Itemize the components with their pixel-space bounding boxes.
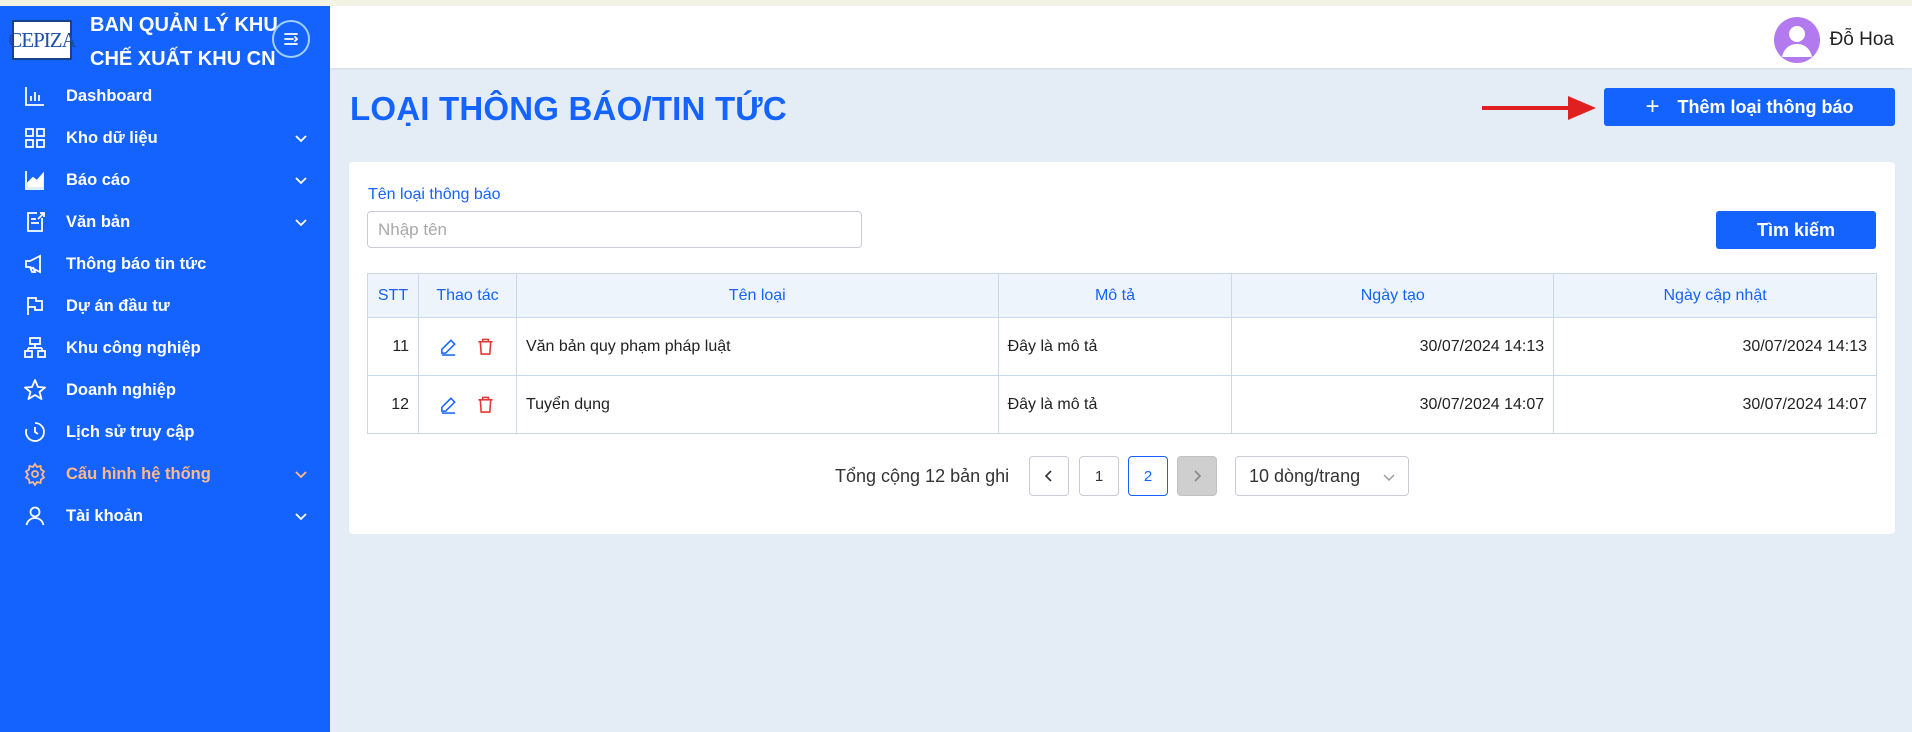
sidebar-item-label: Dự án đầu tư bbox=[66, 296, 170, 315]
sidebar-item-label: Khu công nghiệp bbox=[66, 338, 201, 357]
sidebar-item-dashboard[interactable]: Dashboard bbox=[0, 75, 330, 117]
history-icon bbox=[25, 422, 45, 442]
megaphone-icon bbox=[25, 254, 41, 274]
username[interactable]: Đỗ Hoa bbox=[1830, 29, 1894, 51]
name-search-input[interactable] bbox=[367, 211, 862, 248]
sidebar-item-data-warehouse[interactable]: Kho dữ liệu bbox=[0, 117, 330, 159]
brand-title-line2: CHẾ XUẤT KHU CN bbox=[90, 48, 276, 70]
cell-description: Đây là mô tả bbox=[997, 375, 1233, 434]
sidebar-item-industrial-zones[interactable]: Khu công nghiệp bbox=[0, 327, 330, 369]
add-button-label: Thêm loại thông báo bbox=[1677, 96, 1854, 117]
chevron-down-icon bbox=[295, 471, 307, 479]
brand-title: BAN QUẢN LÝ KHU CHẾ XUẤT KHU CN bbox=[90, 8, 280, 76]
column-header-updated: Ngày cập nhật bbox=[1553, 273, 1877, 318]
table-row: 12 Tuyển dụng Đây là mô tả 30/07/2024 14… bbox=[367, 375, 1877, 434]
column-header-stt: STT bbox=[367, 273, 419, 318]
sidebar-item-label: Tài khoản bbox=[66, 506, 144, 525]
sidebar-item-investment-projects[interactable]: Dự án đầu tư bbox=[0, 285, 330, 327]
notification-type-table: STT Thao tác Tên loại Mô tả Ngày tạo Ngà… bbox=[367, 273, 1877, 434]
cell-stt: 11 bbox=[367, 317, 419, 376]
sidebar-item-label: Văn bản bbox=[66, 212, 131, 231]
cell-actions bbox=[417, 317, 517, 376]
cell-created: 30/07/2024 14:13 bbox=[1231, 317, 1555, 376]
cell-name: Tuyển dụng bbox=[515, 375, 999, 434]
filter-label: Tên loại thông báo bbox=[368, 186, 501, 203]
sidebar: CEPIZA BAN QUẢN LÝ KHU CHẾ XUẤT KHU CN D… bbox=[0, 6, 330, 732]
search-button[interactable]: Tìm kiếm bbox=[1716, 211, 1876, 249]
user-avatar-icon bbox=[1782, 26, 1812, 57]
column-header-created: Ngày tạo bbox=[1231, 273, 1555, 318]
sidebar-item-news[interactable]: Thông báo tin tức bbox=[0, 243, 330, 285]
chevron-down-icon bbox=[1383, 474, 1395, 481]
cluster-icon bbox=[24, 337, 46, 358]
sidebar-item-label: Báo cáo bbox=[66, 170, 131, 189]
user-icon bbox=[25, 506, 45, 526]
column-header-description: Mô tả bbox=[997, 273, 1233, 318]
sidebar-item-system-config[interactable]: Cấu hình hệ thống bbox=[0, 453, 330, 495]
add-notification-type-button[interactable]: + Thêm loại thông báo bbox=[1604, 88, 1895, 126]
page-title: LOẠI THÔNG BÁO/TIN TỨC bbox=[350, 90, 787, 127]
pagination: Tổng cộng 12 bản ghi 1 2 10 dòng/trang bbox=[349, 456, 1895, 496]
chevron-down-icon bbox=[295, 177, 307, 185]
delete-icon[interactable] bbox=[476, 395, 495, 414]
column-header-name: Tên loại bbox=[515, 273, 999, 318]
cell-updated: 30/07/2024 14:13 bbox=[1553, 317, 1877, 376]
chevron-left-icon bbox=[1044, 470, 1052, 482]
total-records: Tổng cộng 12 bản ghi bbox=[835, 466, 1010, 486]
cell-created: 30/07/2024 14:07 bbox=[1231, 375, 1555, 434]
grid-icon bbox=[25, 128, 45, 148]
table-header-row: STT Thao tác Tên loại Mô tả Ngày tạo Ngà… bbox=[367, 273, 1877, 318]
chevron-down-icon bbox=[295, 135, 307, 143]
sidebar-item-documents[interactable]: Văn bản bbox=[0, 201, 330, 243]
plus-icon: + bbox=[1645, 93, 1660, 120]
edit-icon[interactable] bbox=[439, 337, 458, 356]
sidebar-item-label: Cấu hình hệ thống bbox=[66, 464, 211, 483]
column-header-actions: Thao tác bbox=[417, 273, 517, 318]
cell-description: Đây là mô tả bbox=[997, 317, 1233, 376]
area-chart-icon bbox=[25, 171, 44, 190]
table-row: 11 Văn bản quy phạm pháp luật Đây là mô … bbox=[367, 317, 1877, 376]
gear-icon bbox=[24, 462, 46, 486]
sidebar-item-enterprises[interactable]: Doanh nghiệp bbox=[0, 369, 330, 411]
sidebar-item-access-history[interactable]: Lịch sử truy cập bbox=[0, 411, 330, 453]
page-button-1[interactable]: 1 bbox=[1079, 456, 1119, 496]
menu-fold-icon bbox=[284, 33, 299, 45]
sidebar-item-label: Doanh nghiệp bbox=[66, 380, 176, 399]
brand: CEPIZA BAN QUẢN LÝ KHU CHẾ XUẤT KHU CN bbox=[0, 6, 330, 76]
cell-stt: 12 bbox=[367, 375, 419, 434]
sidebar-item-reports[interactable]: Báo cáo bbox=[0, 159, 330, 201]
top-strip bbox=[0, 0, 1912, 6]
avatar[interactable] bbox=[1774, 17, 1820, 63]
logo-text: CEPIZA bbox=[8, 27, 76, 52]
chevron-down-icon bbox=[295, 513, 307, 521]
document-export-icon bbox=[27, 212, 45, 232]
cell-name: Văn bản quy phạm pháp luật bbox=[515, 317, 999, 376]
content-panel: Tên loại thông báo Tìm kiếm STT Thao tác… bbox=[349, 162, 1895, 534]
flag-icon bbox=[27, 297, 43, 315]
logo: CEPIZA bbox=[8, 20, 77, 60]
chevron-right-icon bbox=[1194, 470, 1202, 482]
next-page-button[interactable] bbox=[1177, 456, 1217, 496]
sidebar-item-label: Thông báo tin tức bbox=[66, 254, 207, 273]
sidebar-nav: Dashboard Kho dữ liệu Báo cáo Văn bản Th… bbox=[0, 75, 330, 537]
sidebar-toggle-button[interactable] bbox=[272, 20, 310, 58]
delete-icon[interactable] bbox=[476, 337, 495, 356]
annotation-arrow-icon bbox=[1482, 96, 1596, 120]
edit-icon[interactable] bbox=[439, 395, 458, 414]
prev-page-button[interactable] bbox=[1029, 456, 1069, 496]
sidebar-item-label: Lịch sử truy cập bbox=[66, 422, 195, 441]
star-icon bbox=[24, 379, 46, 400]
page-size-select[interactable]: 10 dòng/trang bbox=[1235, 456, 1409, 496]
page-size-value: 10 dòng/trang bbox=[1249, 465, 1361, 486]
sidebar-item-label: Dashboard bbox=[66, 86, 153, 105]
brand-title-line1: BAN QUẢN LÝ KHU bbox=[90, 14, 278, 36]
top-header: Đỗ Hoa bbox=[330, 6, 1912, 68]
page-button-2[interactable]: 2 bbox=[1128, 456, 1168, 496]
cell-actions bbox=[417, 375, 517, 434]
sidebar-item-account[interactable]: Tài khoản bbox=[0, 495, 330, 537]
chevron-down-icon bbox=[295, 219, 307, 227]
sidebar-item-label: Kho dữ liệu bbox=[66, 128, 158, 147]
bar-chart-icon bbox=[25, 87, 44, 106]
cell-updated: 30/07/2024 14:07 bbox=[1553, 375, 1877, 434]
